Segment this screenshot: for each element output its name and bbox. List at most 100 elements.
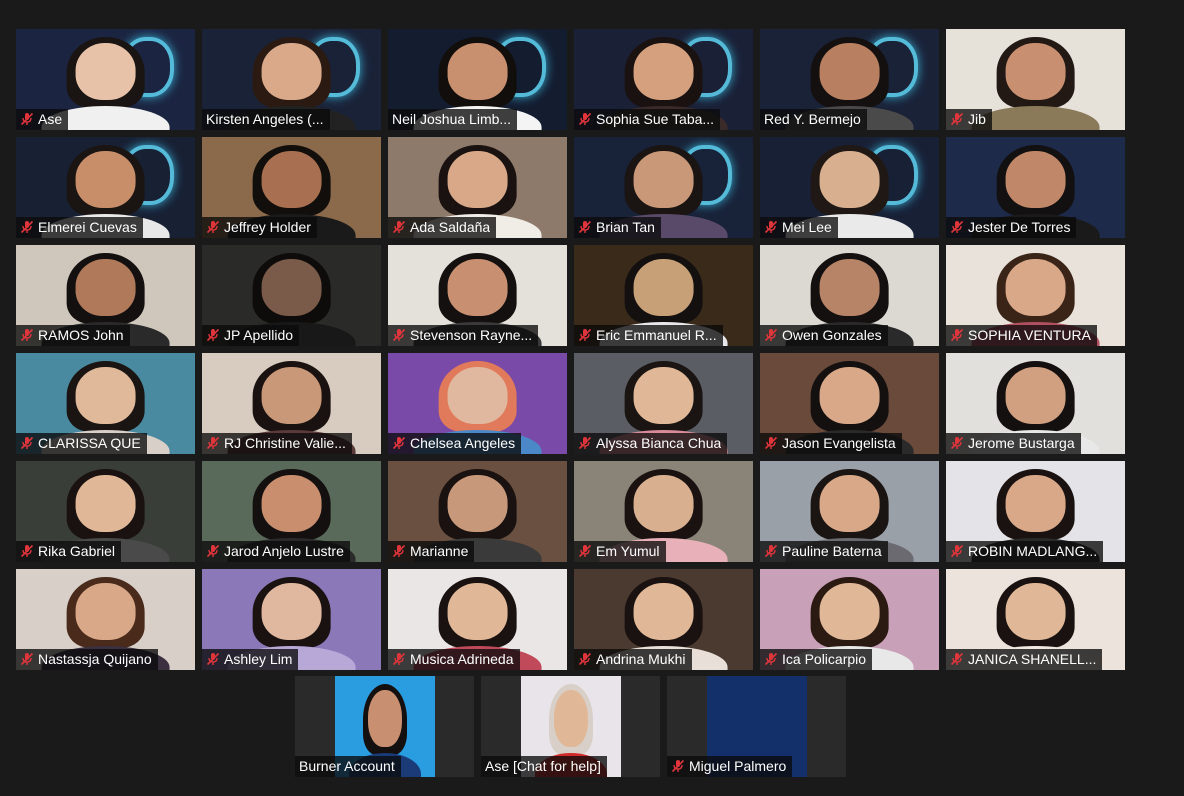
participant-nameplate: Andrina Mukhi — [574, 649, 692, 670]
participant-name: Stevenson Rayne... — [410, 327, 533, 343]
participant-tile[interactable]: RAMOS John — [16, 245, 195, 346]
participant-tile[interactable]: Rika Gabriel — [16, 461, 195, 562]
participant-nameplate: Sophia Sue Taba... — [574, 109, 721, 130]
participant-nameplate: JANICA SHANELL... — [946, 649, 1103, 670]
participant-tile[interactable]: Andrina Mukhi — [574, 569, 753, 670]
participant-tile[interactable]: Ica Policarpio — [760, 569, 939, 670]
participant-tile[interactable]: Jason Evangelista — [760, 353, 939, 454]
participant-tile[interactable]: Mei Lee — [760, 137, 939, 238]
participant-face — [819, 259, 880, 316]
participant-tile[interactable]: Em Yumul — [574, 461, 753, 562]
participant-nameplate: Rika Gabriel — [16, 541, 122, 562]
participant-nameplate: Jib — [946, 109, 992, 130]
participant-name: CLARISSA QUE — [38, 435, 141, 451]
participant-face — [261, 43, 322, 100]
participant-tile[interactable]: Musica Adrineda — [388, 569, 567, 670]
participant-nameplate: Jason Evangelista — [760, 433, 902, 454]
participant-name: Jester De Torres — [968, 219, 1071, 235]
participant-tile[interactable]: Burner Account — [295, 676, 474, 777]
participant-tile[interactable]: Eric Emmanuel R... — [574, 245, 753, 346]
participant-name: Alyssa Bianca Chua — [596, 435, 722, 451]
participant-tile[interactable]: Ase [Chat for help] — [481, 676, 660, 777]
mic-muted-icon — [578, 112, 592, 126]
participant-nameplate: Owen Gonzales — [760, 325, 888, 346]
mic-muted-icon — [206, 544, 220, 558]
mic-muted-icon — [578, 652, 592, 666]
participant-name: Jib — [968, 111, 986, 127]
participant-tile[interactable]: Ashley Lim — [202, 569, 381, 670]
participant-tile[interactable]: Elmerei Cuevas — [16, 137, 195, 238]
participant-tile[interactable]: Sophia Sue Taba... — [574, 29, 753, 130]
participant-tile[interactable]: JANICA SHANELL... — [946, 569, 1125, 670]
participant-tile[interactable]: Alyssa Bianca Chua — [574, 353, 753, 454]
participant-face — [1005, 151, 1066, 208]
participant-face — [633, 43, 694, 100]
participant-tile[interactable]: Nastassja Quijano — [16, 569, 195, 670]
participant-nameplate: Elmerei Cuevas — [16, 217, 143, 238]
participant-face — [819, 583, 880, 640]
participant-face — [447, 583, 508, 640]
participant-name: Jerome Bustarga — [968, 435, 1075, 451]
participant-tile[interactable]: Jib — [946, 29, 1125, 130]
participant-tile[interactable]: Neil Joshua Limb... — [388, 29, 567, 130]
participant-nameplate: Ada Saldaña — [388, 217, 497, 238]
mic-muted-icon — [950, 544, 964, 558]
participant-tile[interactable]: CLARISSA QUE — [16, 353, 195, 454]
participant-name: Kirsten Angeles (... — [206, 111, 324, 127]
participant-tile[interactable]: Ase — [16, 29, 195, 130]
participant-nameplate: Jester De Torres — [946, 217, 1077, 238]
participant-nameplate: SOPHIA VENTURA — [946, 325, 1097, 346]
participant-tile[interactable]: JP Apellido — [202, 245, 381, 346]
participant-face — [447, 151, 508, 208]
participant-tile[interactable]: Chelsea Angeles — [388, 353, 567, 454]
participant-name: Ada Saldaña — [410, 219, 491, 235]
participant-nameplate: Ashley Lim — [202, 649, 299, 670]
participant-nameplate: JP Apellido — [202, 325, 300, 346]
participant-tile[interactable]: Jarod Anjelo Lustre — [202, 461, 381, 562]
participant-name: Marianne — [410, 543, 469, 559]
mic-muted-icon — [578, 436, 592, 450]
participant-tile[interactable]: RJ Christine Valie... — [202, 353, 381, 454]
participant-face — [1005, 475, 1066, 532]
participant-tile[interactable]: Kirsten Angeles (... — [202, 29, 381, 130]
participant-face — [633, 475, 694, 532]
participant-face — [633, 583, 694, 640]
participant-nameplate: Em Yumul — [574, 541, 666, 562]
participant-name: Burner Account — [299, 758, 395, 774]
participant-nameplate: Ase — [16, 109, 69, 130]
mic-muted-icon — [392, 436, 406, 450]
participant-face — [819, 367, 880, 424]
participant-tile[interactable]: Brian Tan — [574, 137, 753, 238]
participant-tile[interactable]: SOPHIA VENTURA — [946, 245, 1125, 346]
participant-nameplate: Nastassja Quijano — [16, 649, 158, 670]
participant-nameplate: Brian Tan — [574, 217, 661, 238]
participant-tile[interactable]: ROBIN MADLANG... — [946, 461, 1125, 562]
participant-tile[interactable]: Stevenson Rayne... — [388, 245, 567, 346]
participant-face — [819, 151, 880, 208]
participant-name: Andrina Mukhi — [596, 651, 686, 667]
mic-muted-icon — [20, 436, 34, 450]
participant-tile[interactable]: Jerome Bustarga — [946, 353, 1125, 454]
participant-nameplate: Chelsea Angeles — [388, 433, 522, 454]
participant-name: JP Apellido — [224, 327, 294, 343]
mic-muted-icon — [392, 328, 406, 342]
participant-tile[interactable]: Pauline Baterna — [760, 461, 939, 562]
mic-muted-icon — [578, 328, 592, 342]
mic-muted-icon — [20, 544, 34, 558]
participant-face — [261, 475, 322, 532]
participant-tile[interactable]: Owen Gonzales — [760, 245, 939, 346]
participant-tile[interactable]: Marianne — [388, 461, 567, 562]
participant-tile[interactable]: Red Y. Bermejo — [760, 29, 939, 130]
participant-tile[interactable]: Jeffrey Holder — [202, 137, 381, 238]
participant-nameplate: Pauline Baterna — [760, 541, 888, 562]
mic-muted-icon — [764, 544, 778, 558]
participant-nameplate: Stevenson Rayne... — [388, 325, 539, 346]
participant-tile[interactable]: Miguel Palmero — [667, 676, 846, 777]
mic-muted-icon — [578, 220, 592, 234]
participant-nameplate: Miguel Palmero — [667, 756, 793, 777]
participant-name: Nastassja Quijano — [38, 651, 152, 667]
participant-tile[interactable]: Ada Saldaña — [388, 137, 567, 238]
participant-name: JANICA SHANELL... — [968, 651, 1097, 667]
participant-tile[interactable]: Jester De Torres — [946, 137, 1125, 238]
participant-name: Elmerei Cuevas — [38, 219, 137, 235]
